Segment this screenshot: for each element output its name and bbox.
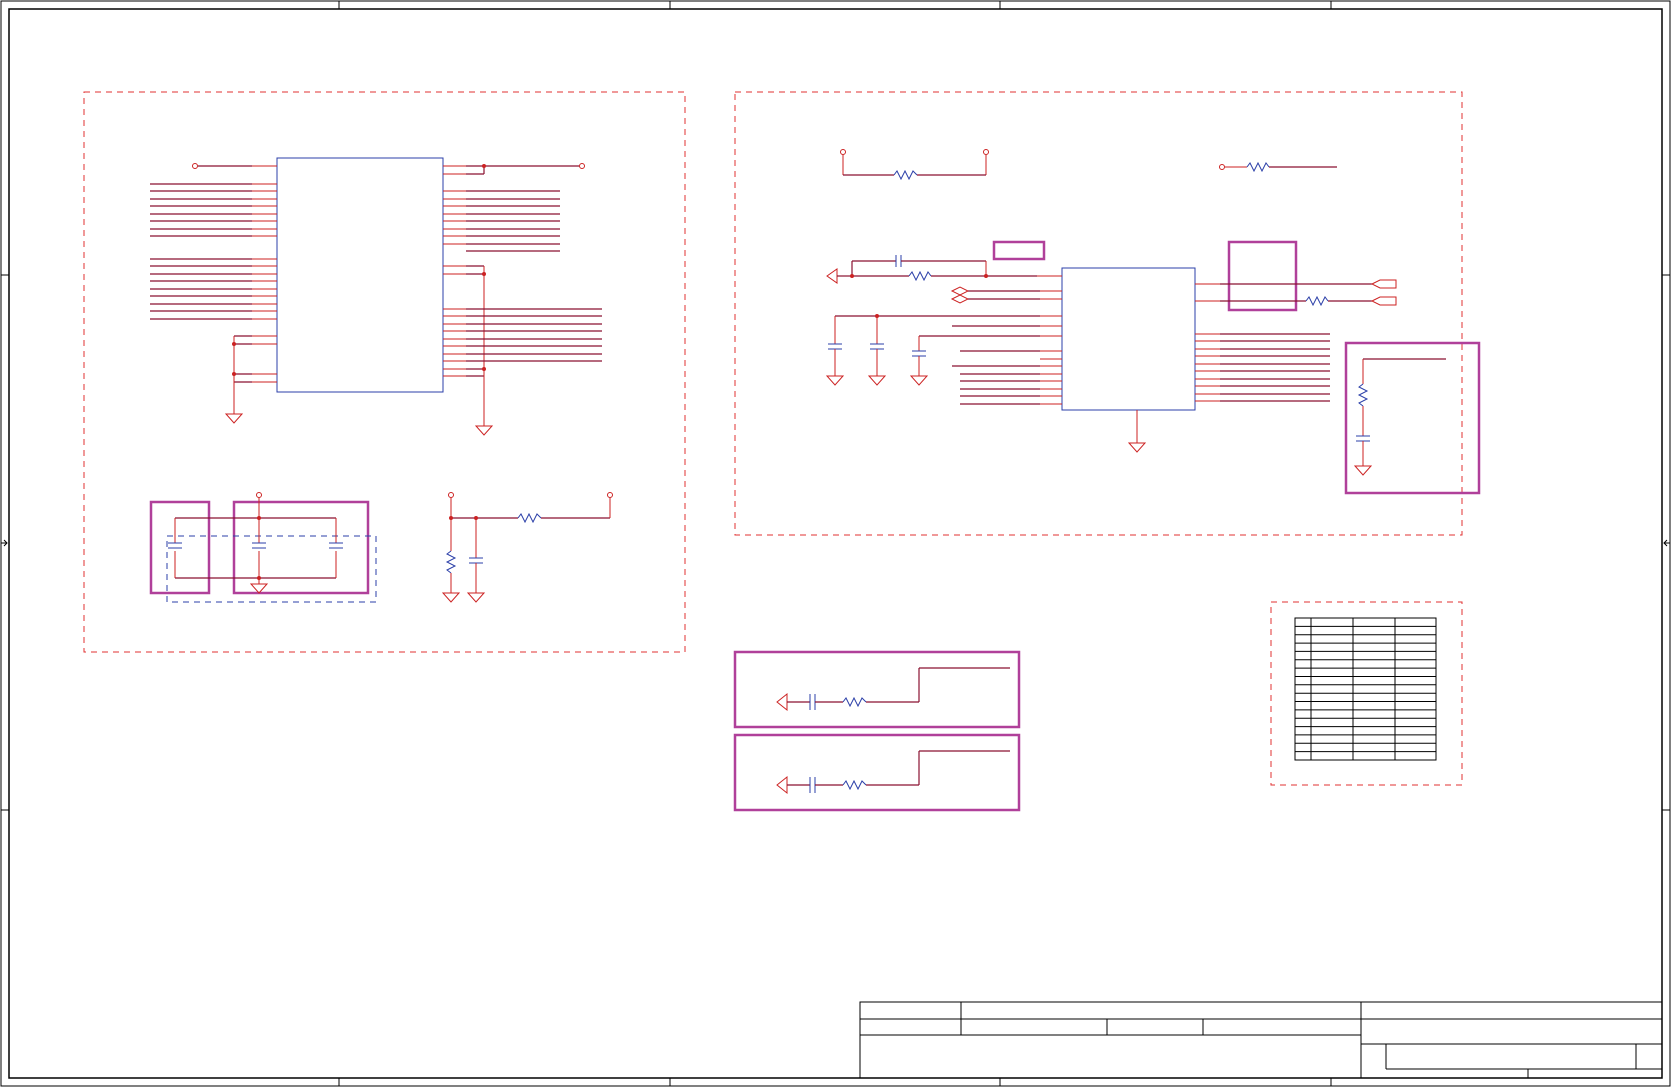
resistor-symbol [1246, 161, 1270, 173]
power-output-pin [579, 163, 585, 169]
resistor-symbol [893, 169, 918, 181]
signal-arrow [776, 692, 788, 712]
highlight-box [733, 650, 1021, 729]
highlight-box [733, 733, 1021, 812]
ic-right-bus-lines-left [952, 325, 1040, 405]
ic-right [1061, 267, 1196, 411]
decoupling-capacitor-group [149, 492, 377, 603]
title-block [859, 1001, 1663, 1079]
power-pin [448, 492, 454, 498]
ic-left-power-input [192, 163, 252, 169]
ground-symbol [825, 375, 845, 386]
top-right-resistor [1219, 161, 1337, 173]
ground-symbol [909, 375, 929, 386]
frame-zone-ticks [1, 1, 1670, 1086]
resistor-symbol [445, 550, 457, 574]
pin-table [1294, 617, 1437, 761]
ic-right-ground [1127, 410, 1147, 453]
power-pin [840, 149, 846, 155]
ic-left-pin-stubs-left [252, 165, 277, 383]
differential-pair-input [950, 286, 1040, 304]
top-resistor-link [840, 149, 989, 181]
resistor-symbol [908, 270, 932, 282]
region-left [83, 91, 686, 653]
ground-symbol [474, 425, 494, 436]
ic-right-pin-stubs-right [1195, 283, 1220, 402]
rc-divider-network [441, 492, 613, 603]
ic-left-output-power [466, 163, 585, 175]
ic-left-ground-net-left [224, 335, 252, 424]
resistor-symbol [517, 512, 542, 524]
ic-left-ground-net-right [466, 265, 494, 436]
resistor-symbol [842, 779, 867, 791]
ground-symbol [1353, 465, 1373, 476]
ground-symbol [249, 583, 269, 594]
signal-arrow [826, 268, 838, 284]
ic-right-bus-lines-right [1220, 333, 1330, 402]
highlight-box [1227, 240, 1298, 312]
power-pin [983, 149, 989, 155]
power-pin [1219, 164, 1225, 170]
ic-right-pin-stubs-left [1037, 275, 1062, 405]
highlight-box [992, 240, 1046, 261]
schematic-sheet [0, 0, 1671, 1087]
power-pin [607, 492, 613, 498]
resistor-symbol [842, 696, 867, 708]
termination-block-upper [733, 650, 1021, 729]
ground-symbol [867, 375, 887, 386]
port-symbol [950, 286, 970, 296]
resistor-symbol [1357, 383, 1369, 407]
ic-left [276, 157, 444, 393]
ground-symbol [441, 592, 461, 603]
region-right [734, 91, 1463, 536]
output-differential-pair [1220, 279, 1397, 307]
signal-arrow [776, 775, 788, 795]
ground-symbol [224, 413, 244, 424]
ic-left-bus-lines-right-lower [466, 308, 602, 362]
resistor-symbol [1305, 295, 1329, 307]
port-symbol [1370, 296, 1397, 306]
ground-symbol [1127, 442, 1147, 453]
rc-snubber-block [1344, 341, 1481, 495]
ic-left-pin-stubs-right [443, 165, 466, 377]
termination-block-lower [733, 733, 1021, 812]
ic-left-bus-lines-right-upper [466, 190, 560, 252]
port-symbol [950, 294, 970, 304]
power-pin [256, 492, 262, 498]
ic-left-bus-lines-left [150, 183, 252, 320]
power-input-pin [192, 163, 198, 169]
ground-symbol [466, 592, 486, 603]
sheet-frame [0, 0, 1671, 1087]
port-symbol [1370, 279, 1397, 289]
highlight-box [1344, 341, 1481, 495]
